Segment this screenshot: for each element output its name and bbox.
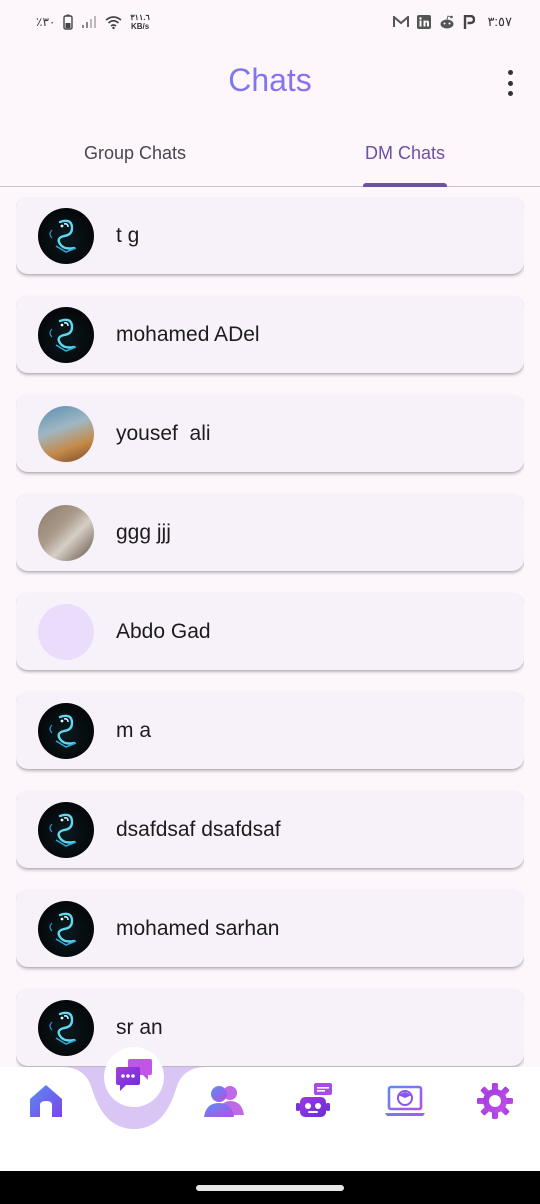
gmail-icon [393,16,410,28]
chat-name: sr an [116,1015,163,1039]
more-vertical-icon-dot [507,80,513,86]
more-vertical-icon [507,70,513,75]
signal-icon [81,15,97,29]
reddit-icon [439,15,455,29]
more-options-button[interactable] [502,68,518,98]
laptop-graduation-icon [383,1081,427,1126]
page-title: Chats [0,62,540,99]
status-bar: ٪٣٠ ٣١١.٦ KB/s ٣:٥٧ [0,0,540,44]
chat-list-item[interactable]: Abdo Gad [16,593,524,670]
home-gesture-pill[interactable] [196,1185,344,1191]
chat-name: yousef ali [116,421,211,445]
network-speed: ٣١١.٦ KB/s [130,13,149,31]
chat-name: mohamed sarhan [116,916,280,940]
dm-chat-list[interactable]: t g mohamed ADel yousef ali ggg jjj Abdo Gad… [16,197,524,1067]
network-speed-value: ٣١١.٦ [130,13,150,22]
tab-group-chats-label: Group Chats [83,142,187,163]
tab-group-chats[interactable]: Group Chats [0,120,270,186]
nav-home[interactable] [24,1081,68,1125]
clock: ٣:٥٧ [487,14,512,29]
dragon-avatar-art [49,318,77,352]
avatar [38,702,94,759]
home-icon [26,1081,66,1126]
chat-name: Abdo Gad [116,619,211,643]
chat-name: dsafdsaf dsafdsaf [116,817,281,841]
chat-name: mohamed ADel [116,322,260,346]
network-speed-unit: KB/s [130,22,150,31]
robot-chat-icon [294,1081,334,1126]
dragon-avatar-art [49,813,77,847]
nav-active-curve [62,1067,206,1129]
avatar [38,900,94,957]
linkedin-icon [417,15,432,29]
bottom-navigation [0,1047,540,1171]
avatar [38,207,94,264]
chat-bubbles-icon [114,1055,154,1100]
nav-chats[interactable] [104,1047,164,1107]
system-navigation-bar [0,1171,540,1204]
wifi-icon [105,15,122,29]
chat-tabs: Group Chats DM Chats [0,120,540,187]
dragon-avatar-art [49,219,77,253]
nav-learning[interactable] [383,1081,427,1125]
avatar [38,306,94,363]
dragon-avatar-art [49,912,77,946]
settings-gear-icon [475,1081,515,1126]
chat-list-item[interactable]: m a [16,692,524,769]
nav-chatbot[interactable] [292,1081,336,1125]
chat-list-item[interactable]: dsafdsaf dsafdsaf [16,791,524,868]
battery-icon [63,14,74,30]
avatar [38,405,94,462]
p-app-icon [463,15,476,29]
avatar [38,801,94,858]
tab-dm-chats-label: DM Chats [364,142,445,163]
nav-groups[interactable] [202,1081,246,1125]
tab-dm-chats[interactable]: DM Chats [270,120,540,187]
avatar [38,603,94,660]
chat-list-item[interactable]: sr an [16,989,524,1066]
battery-percent: ٪٣٠ [36,15,56,29]
more-vertical-icon-dot [507,91,513,96]
avatar [38,504,94,561]
chat-name: m a [116,718,152,742]
dragon-avatar-art [49,1011,77,1045]
chat-name: t g [116,223,140,247]
chat-list-item[interactable]: yousef ali [16,395,524,472]
chat-list-item[interactable]: t g [16,197,524,274]
people-icon [202,1081,246,1126]
chat-list-item[interactable]: mohamed ADel [16,296,524,373]
chat-name: ggg jjj [116,520,171,544]
avatar [38,999,94,1056]
chat-list-item[interactable]: mohamed sarhan [16,890,524,967]
active-tab-indicator [363,183,447,187]
nav-settings[interactable] [473,1081,517,1125]
chat-list-item[interactable]: ggg jjj [16,494,524,571]
dragon-avatar-art [49,714,77,748]
app-bar: Chats [0,44,540,120]
